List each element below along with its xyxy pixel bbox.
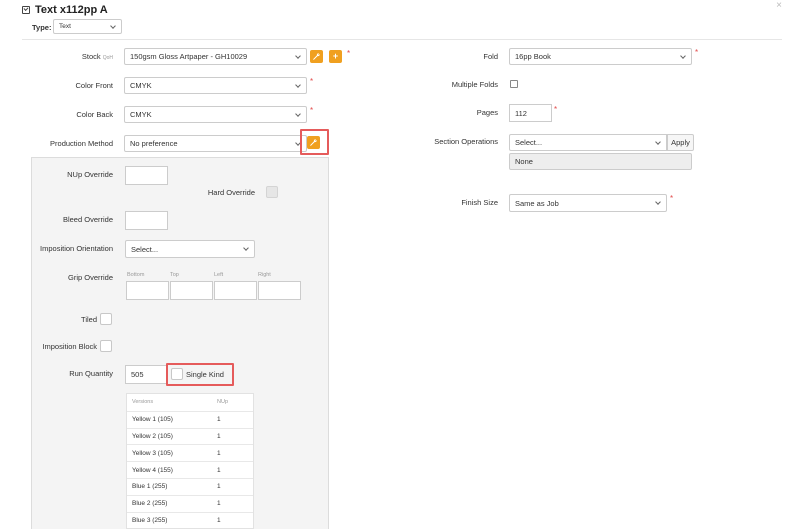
chevron-down-icon — [295, 83, 301, 89]
page-title: Text x112pp A — [35, 4, 108, 16]
imposition-block-label: Imposition Block — [42, 342, 97, 351]
dialog-header: Text x112pp A — [22, 3, 108, 17]
stock-label: Stock QoH — [81, 52, 113, 61]
table-row: Yellow 1 (105) 1 — [127, 410, 253, 428]
wrench-icon — [310, 139, 317, 146]
pages-input[interactable]: 112 — [509, 104, 552, 122]
plus-icon: + — [332, 51, 339, 61]
chevron-down-icon — [680, 54, 686, 60]
fold-select[interactable]: 16pp Book — [509, 48, 692, 65]
production-method-select[interactable]: No preference — [124, 135, 307, 152]
single-kind-checkbox[interactable] — [171, 368, 183, 380]
required-marker: * — [310, 77, 314, 86]
section-operations-select[interactable]: Select... — [509, 134, 667, 151]
table-row: Blue 1 (255) 1 — [127, 477, 253, 495]
fold-label: Fold — [483, 52, 498, 61]
table-header-row: Versions NUp — [132, 399, 229, 406]
hard-override-label: Hard Override — [207, 188, 255, 197]
type-select[interactable]: Text — [53, 19, 122, 34]
imposition-block-checkbox[interactable] — [100, 340, 112, 352]
wrench-icon — [313, 53, 320, 60]
pages-label: Pages — [476, 108, 498, 117]
table-row: Yellow 2 (105) 1 — [127, 427, 253, 445]
grip-override-label: Grip Override — [67, 273, 113, 282]
color-front-label: Color Front — [75, 81, 113, 90]
selected-operation-item[interactable]: None — [509, 153, 692, 170]
required-marker: * — [310, 106, 314, 115]
table-row: Blue 2 (255) 1 — [127, 494, 253, 512]
tiled-label: Tiled — [81, 315, 97, 324]
production-method-edit-button[interactable] — [307, 136, 320, 149]
required-marker: * — [347, 49, 351, 58]
grip-bottom-input[interactable] — [126, 281, 169, 300]
stock-select[interactable]: 150gsm Gloss Artpaper - GH10029 — [124, 48, 307, 65]
required-marker: * — [670, 194, 674, 203]
stock-edit-button[interactable] — [310, 50, 323, 63]
nup-override-input[interactable] — [125, 166, 168, 185]
finish-size-label: Finish Size — [461, 198, 498, 207]
imposition-orientation-label: Imposition Orientation — [40, 244, 113, 253]
chevron-down-icon — [295, 54, 301, 60]
required-marker: * — [695, 48, 699, 57]
imposition-orientation-select[interactable]: Select... — [125, 240, 255, 258]
checkbox-edit-icon — [22, 6, 30, 14]
close-icon[interactable]: × — [776, 0, 782, 11]
grip-right-label: Right — [258, 272, 271, 278]
single-kind-label: Single Kind — [186, 370, 224, 379]
multiple-folds-checkbox[interactable] — [510, 80, 518, 88]
hard-override-checkbox — [266, 186, 278, 198]
finish-size-select[interactable]: Same as Job — [509, 194, 667, 212]
nup-override-label: NUp Override — [67, 170, 113, 179]
table-row: Yellow 3 (105) 1 — [127, 444, 253, 461]
grip-right-input[interactable] — [258, 281, 301, 300]
grip-bottom-label: Bottom — [127, 272, 145, 278]
bleed-override-label: Bleed Override — [62, 215, 113, 224]
required-marker: * — [554, 105, 558, 114]
stock-add-button[interactable]: + — [329, 50, 342, 63]
versions-table: Versions NUp Yellow 1 (105) 1 Yellow 2 (… — [126, 393, 254, 529]
color-back-label: Color Back — [76, 110, 113, 119]
chevron-down-icon — [655, 200, 661, 206]
run-quantity-label: Run Quantity — [69, 369, 113, 378]
type-label: Type: — [32, 23, 52, 32]
divider — [22, 39, 782, 40]
tiled-checkbox[interactable] — [100, 313, 112, 325]
color-back-select[interactable]: CMYK — [124, 106, 307, 123]
production-method-label: Production Method — [50, 139, 113, 148]
color-front-select[interactable]: CMYK — [124, 77, 307, 94]
run-quantity-input[interactable]: 505 — [125, 365, 168, 384]
grip-top-input[interactable] — [170, 281, 213, 300]
chevron-down-icon — [655, 140, 661, 146]
table-row: Yellow 4 (155) 1 — [127, 461, 253, 478]
table-row: Blue 3 (255) 1 — [127, 511, 253, 529]
multiple-folds-label: Multiple Folds — [451, 80, 498, 89]
grip-left-label: Left — [214, 272, 224, 278]
chevron-down-icon — [243, 246, 249, 252]
grip-left-input[interactable] — [214, 281, 257, 300]
bleed-override-input[interactable] — [125, 211, 168, 230]
section-operations-label: Section Operations — [434, 137, 498, 146]
chevron-down-icon — [295, 112, 301, 118]
chevron-down-icon — [110, 24, 116, 30]
apply-button[interactable]: Apply — [667, 134, 694, 151]
grip-top-label: Top — [170, 272, 179, 278]
